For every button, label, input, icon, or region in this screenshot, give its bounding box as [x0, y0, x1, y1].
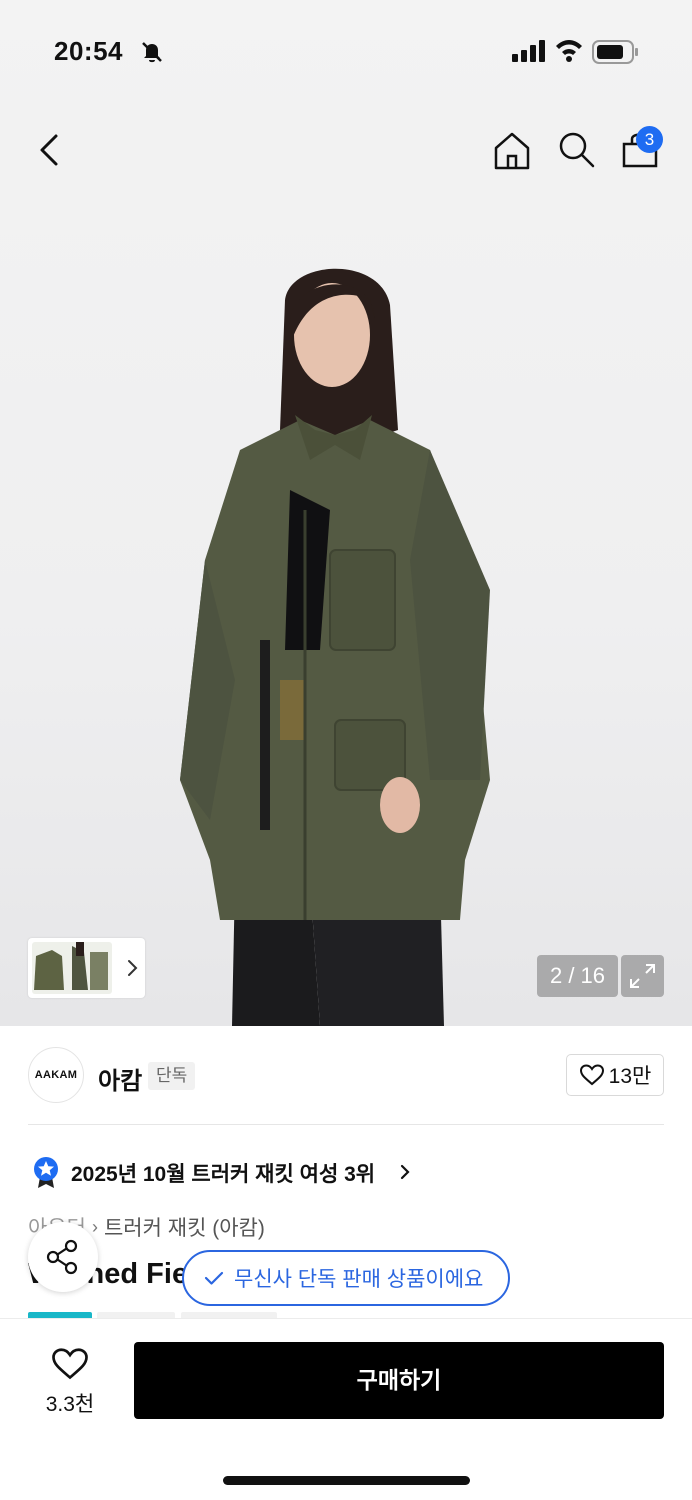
- thumbnail-image[interactable]: [32, 942, 112, 994]
- back-arrow-icon[interactable]: [30, 128, 70, 172]
- cart-count-badge: 3: [636, 126, 663, 153]
- battery-icon: [592, 40, 638, 64]
- status-bar: 20:54: [0, 0, 692, 100]
- brand-logo[interactable]: AAKAM: [28, 1047, 84, 1103]
- home-indicator: [223, 1476, 470, 1485]
- divider: [28, 1124, 664, 1125]
- chevron-right-icon[interactable]: [122, 956, 142, 980]
- share-icon: [46, 1239, 78, 1275]
- expand-icon: [630, 964, 655, 988]
- home-icon[interactable]: [490, 128, 534, 172]
- exclusive-tag: 단독: [148, 1062, 196, 1090]
- wishlist-count: 3.3천: [45, 1393, 95, 1416]
- wishlist-button[interactable]: 3.3천: [28, 1342, 112, 1418]
- image-counter: 2 / 16: [537, 955, 618, 997]
- expand-button[interactable]: [621, 955, 664, 997]
- heart-icon: [579, 1064, 604, 1086]
- wifi-icon: [556, 40, 582, 62]
- ranking-text[interactable]: 2025년 10월 트러커 재킷 여성 3위: [71, 1158, 375, 1188]
- share-button[interactable]: [28, 1222, 98, 1292]
- brand-like-count: 13만: [608, 1065, 652, 1088]
- mute-bell-icon: [142, 42, 162, 63]
- exclusive-notice-pill: 무신사 단독 판매 상품이에요: [182, 1250, 510, 1306]
- breadcrumb-subcategory[interactable]: 트러커 재킷 (아캄): [104, 1212, 265, 1242]
- heart-icon: [52, 1348, 88, 1380]
- brand-like-button[interactable]: 13만: [566, 1054, 664, 1096]
- thumbnail-strip[interactable]: [28, 938, 145, 998]
- status-time: 20:54: [54, 36, 123, 66]
- chevron-right-icon[interactable]: [398, 1160, 414, 1184]
- exclusive-notice-text: 무신사 단독 판매 상품이에요: [234, 1268, 484, 1291]
- cellular-signal-icon: [512, 40, 545, 62]
- brand-name[interactable]: 아캄: [98, 1061, 142, 1096]
- buy-button[interactable]: 구매하기: [134, 1342, 664, 1419]
- check-icon: [204, 1271, 224, 1285]
- product-photo-model: [180, 268, 490, 1026]
- ranking-badge-icon: [34, 1157, 58, 1188]
- search-icon[interactable]: [555, 128, 599, 172]
